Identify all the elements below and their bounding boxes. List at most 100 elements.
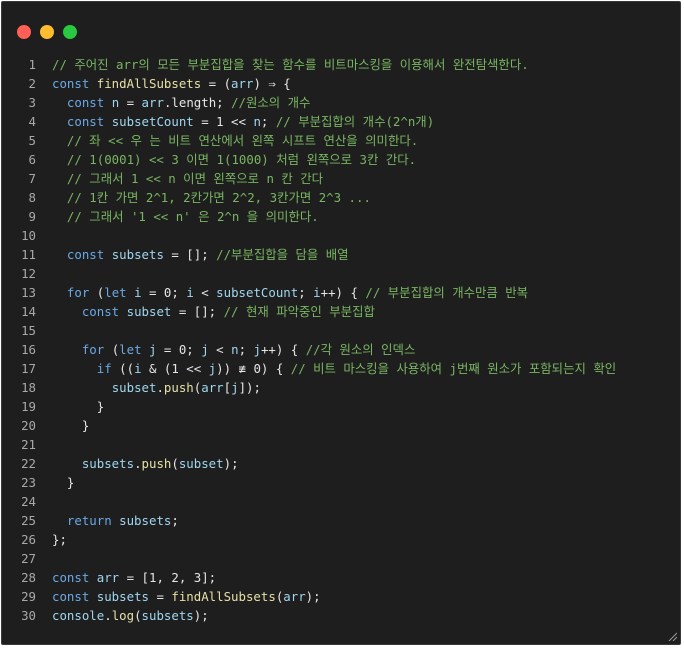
line-number: 15: [21, 323, 36, 338]
code-token: .: [134, 456, 142, 471]
code-line: 21: [2, 435, 680, 454]
line-number: 11: [21, 247, 36, 262]
line-number: 1: [28, 57, 36, 72]
code-line: 18 subset.push(arr[j]);: [2, 378, 680, 397]
code-text: const findAllSubsets = (arr) ⇒ {: [36, 74, 291, 93]
code-token: return: [52, 513, 120, 528]
code-token: arr: [283, 589, 306, 604]
code-line: 9 // 그래서 '1 << n' 은 2^n 을 의미한다.: [2, 207, 680, 226]
minimize-button[interactable]: [40, 25, 54, 39]
code-text: for (let i = 0; i < subsetCount; i++) { …: [36, 283, 528, 302]
code-token: };: [52, 532, 67, 547]
code-token: );: [193, 608, 209, 623]
code-comment: // 1칸 가면 2^1, 2칸가면 2^2, 3칸가면 2^3 ...: [52, 190, 371, 205]
line-number: 18: [21, 380, 36, 395]
code-token: const: [52, 304, 127, 319]
code-line: 11 const subsets = []; //부분집합을 담을 배열: [2, 245, 680, 264]
code-line: 22 subsets.push(subset);: [2, 454, 680, 473]
code-token: );: [223, 456, 239, 471]
code-token: = 1 <<: [193, 114, 254, 129]
code-line: 19 }: [2, 397, 680, 416]
code-token: n: [253, 114, 261, 129]
code-token: ;: [298, 285, 314, 300]
code-editor[interactable]: 1 // 주어진 arr의 모든 부분집합을 찾는 함수를 비트마스킹을 이용해서…: [2, 55, 680, 625]
code-comment: // 부분집합의 개수만큼 반복: [365, 285, 529, 300]
line-number: 28: [21, 570, 36, 585]
code-comment: //부분집합을 담을 배열: [216, 247, 349, 262]
code-line: 27: [2, 549, 680, 568]
code-text: const subsetCount = 1 << n; // 부분집합의 개수(…: [36, 112, 434, 131]
code-window: 1 // 주어진 arr의 모든 부분집합을 찾는 함수를 비트마스킹을 이용해서…: [1, 1, 681, 645]
code-token: = [1, 2, 3];: [119, 570, 217, 585]
code-token: n: [231, 342, 239, 357]
resize-grip-icon[interactable]: [667, 631, 677, 641]
code-token: =: [119, 95, 142, 110]
code-token: ++) {: [320, 285, 366, 300]
code-text: const n = arr.length; //원소의 개수: [36, 93, 311, 112]
code-token: subsetCount: [216, 285, 299, 300]
code-line: 2 const findAllSubsets = (arr) ⇒ {: [2, 74, 680, 93]
line-number: 24: [21, 494, 36, 509]
code-line: 8 // 1칸 가면 2^1, 2칸가면 2^2, 3칸가면 2^3 ...: [2, 188, 680, 207]
line-number: 4: [28, 114, 36, 129]
code-text: // 1(0001) << 3 이면 1(1000) 처럼 왼쪽으로 3칸 간다…: [36, 150, 416, 169]
code-token: .: [104, 608, 112, 623]
window-controls: [17, 25, 77, 39]
code-token: subsets: [111, 247, 164, 262]
code-token: i: [313, 285, 321, 300]
code-token: =: [148, 589, 172, 604]
code-text: // 그래서 '1 << n' 은 2^n 을 의미한다.: [36, 207, 319, 226]
code-token: [: [223, 380, 232, 395]
code-comment: // 그래서 '1 << n' 은 2^n 을 의미한다.: [52, 209, 319, 224]
line-number: 12: [21, 266, 36, 281]
code-token: console: [52, 608, 105, 623]
code-line: 17 if ((i & (1 << j)) ≢ 0) { // 비트 마스킹을 …: [2, 359, 680, 378]
code-token: subsets: [119, 513, 172, 528]
code-token: i: [134, 361, 142, 376]
maximize-button[interactable]: [63, 25, 77, 39]
code-token: ;: [260, 114, 276, 129]
code-text: const subsets = findAllSubsets(arr);: [36, 587, 321, 606]
line-number: 8: [28, 190, 36, 205]
code-comment: // 그래서 1 << n 이면 왼쪽으로 n 칸 간다: [52, 171, 324, 186]
code-token: i: [134, 285, 142, 300]
code-token: = [];: [163, 247, 217, 262]
code-token: ((: [119, 361, 135, 376]
code-text: subsets.push(subset);: [36, 454, 239, 473]
code-token: );: [305, 589, 321, 604]
close-button[interactable]: [17, 25, 31, 39]
code-line: 7 // 그래서 1 << n 이면 왼쪽으로 n 칸 간다: [2, 169, 680, 188]
code-token: (: [171, 456, 179, 471]
code-line: 26};: [2, 530, 680, 549]
line-number: 27: [21, 551, 36, 566]
code-line: 24: [2, 492, 680, 511]
line-number: 23: [21, 475, 36, 490]
code-token: }: [52, 399, 105, 414]
code-token: push: [141, 456, 172, 471]
line-number: 21: [21, 437, 36, 452]
code-token: const: [52, 76, 97, 91]
code-token: = 0;: [141, 285, 187, 300]
code-token: subset: [111, 380, 157, 395]
code-token: subsetCount: [111, 114, 194, 129]
code-token: ;: [238, 342, 254, 357]
line-number: 22: [21, 456, 36, 471]
code-token: for: [52, 285, 97, 300]
code-token: (: [134, 608, 142, 623]
code-line: 6 // 1(0001) << 3 이면 1(1000) 처럼 왼쪽으로 3칸 …: [2, 150, 680, 169]
line-number: 25: [21, 513, 36, 528]
code-text: for (let j = 0; j < n; j++) { //각 원소의 인덱…: [36, 340, 416, 359]
line-number: 14: [21, 304, 36, 319]
code-token: subsets: [81, 456, 135, 471]
code-token: }: [52, 418, 90, 433]
line-number: 3: [28, 95, 36, 110]
code-token: if: [52, 361, 120, 376]
code-line: 25 return subsets;: [2, 511, 680, 530]
code-comment: // 주어진 arr의 모든 부분집합을 찾는 함수를 비트마스킹을 이용해서 …: [52, 57, 529, 72]
line-number: 2: [28, 76, 36, 91]
code-token: }: [52, 475, 75, 490]
code-text: console.log(subsets);: [36, 606, 209, 625]
code-line: 28 const arr = [1, 2, 3];: [2, 568, 680, 587]
